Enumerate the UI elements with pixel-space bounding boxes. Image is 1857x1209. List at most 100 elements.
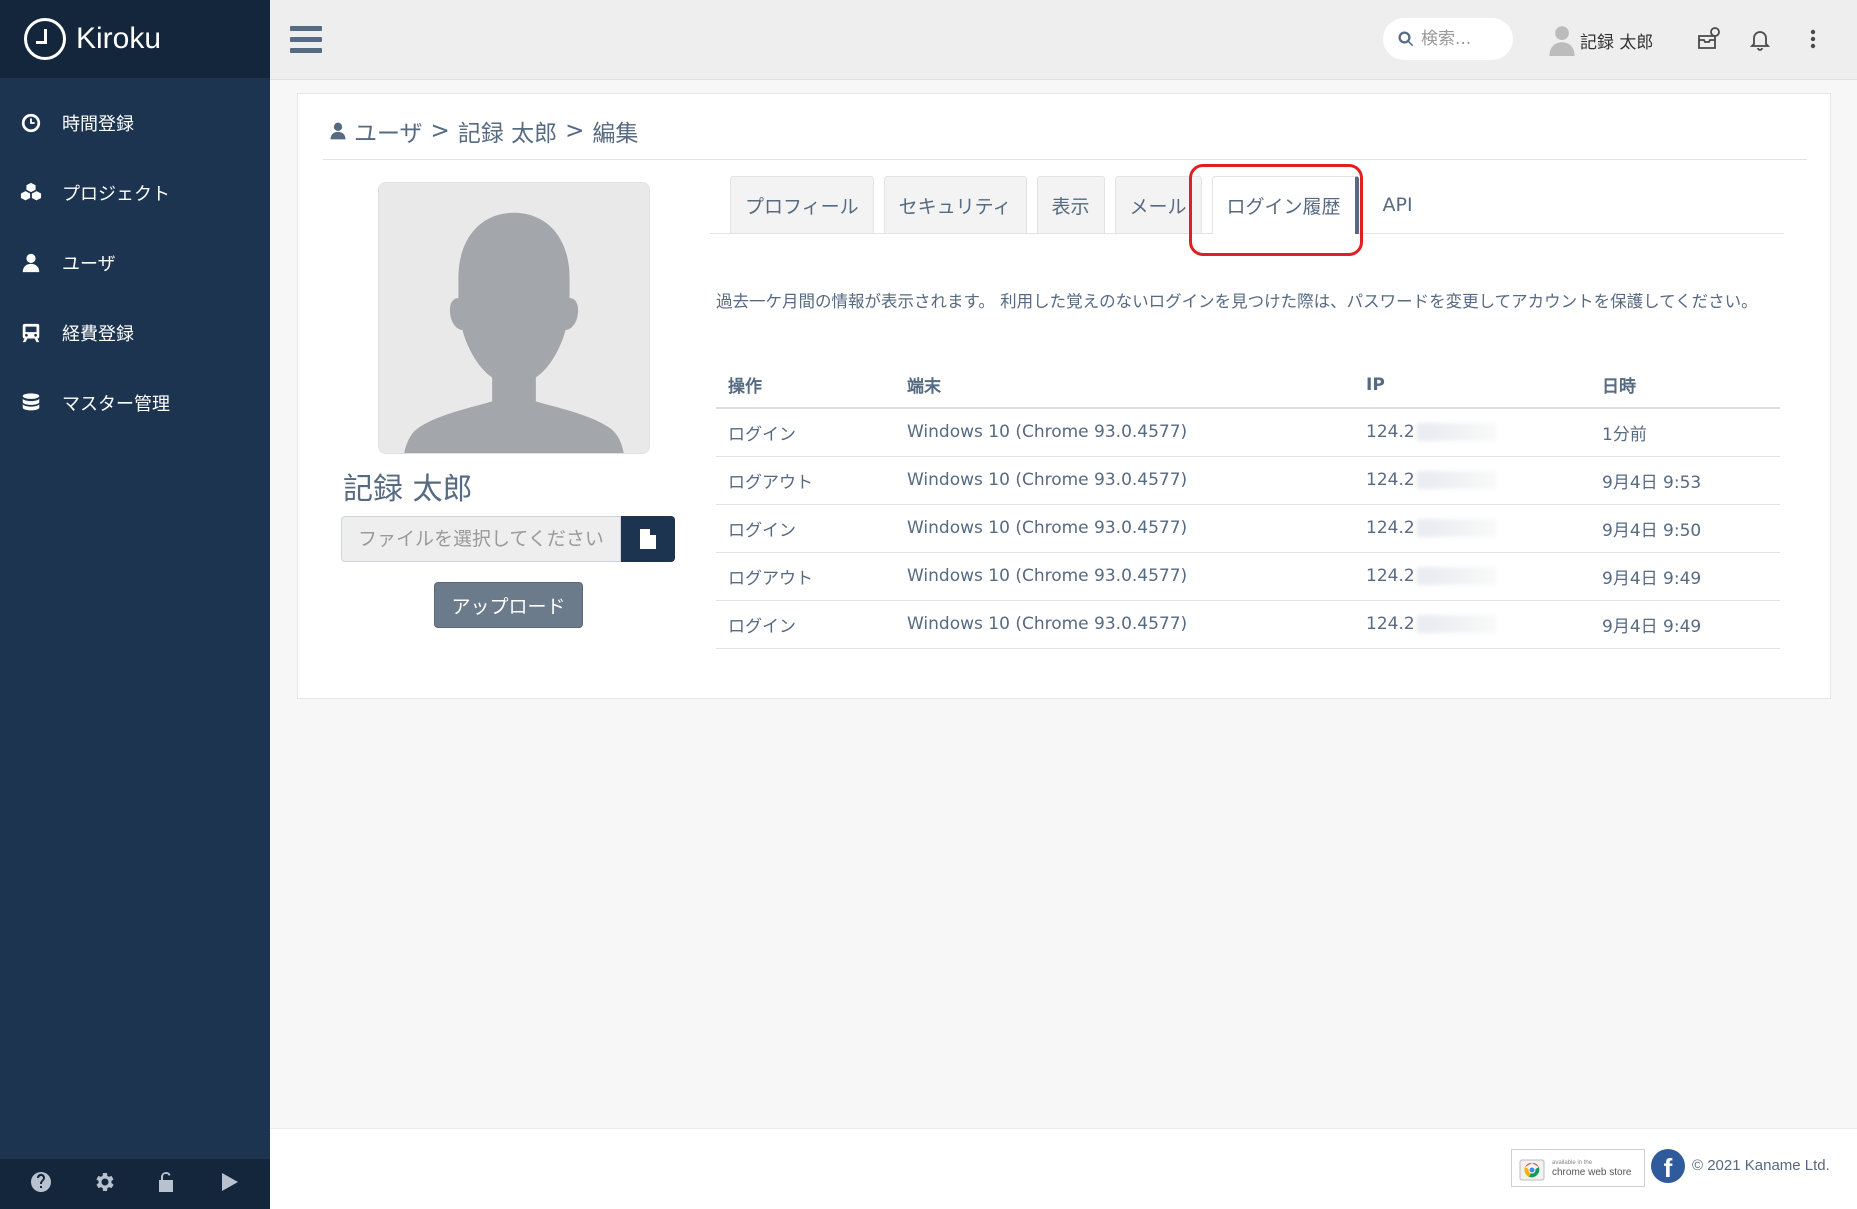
play-icon[interactable]: [217, 1170, 241, 1198]
ip-prefix: 124.2: [1366, 470, 1415, 490]
search-icon: [1398, 31, 1414, 47]
facebook-icon[interactable]: f: [1651, 1149, 1685, 1183]
tab-security[interactable]: セキュリティ: [883, 176, 1027, 233]
cell-action: ログイン: [716, 504, 895, 553]
user-menu-name: 記録 太郎: [1580, 32, 1654, 53]
unlock-icon[interactable]: [154, 1170, 178, 1198]
database-icon: [20, 392, 42, 414]
cell-device: Windows 10 (Chrome 93.0.4577): [895, 552, 1354, 601]
cell-device: Windows 10 (Chrome 93.0.4577): [895, 456, 1354, 505]
gear-icon[interactable]: [92, 1170, 116, 1198]
more-vertical-icon[interactable]: [1800, 26, 1826, 52]
ip-redacted: [1416, 615, 1497, 633]
cell-device: Windows 10 (Chrome 93.0.4577): [895, 600, 1354, 649]
cell-ip: 124.2: [1354, 504, 1590, 553]
cell-ip: 124.2: [1354, 552, 1590, 601]
cell-device: Windows 10 (Chrome 93.0.4577): [895, 504, 1354, 553]
tab-mail[interactable]: メール: [1114, 176, 1202, 233]
store-text: available in the chrome web store: [1552, 1158, 1631, 1178]
sidebar-item-master[interactable]: マスター管理: [0, 368, 270, 438]
cell-ip: 124.2: [1354, 408, 1590, 457]
sidebar-item-label: 時間登録: [62, 114, 134, 135]
file-icon: [640, 529, 656, 549]
table-row: ログアウト Windows 10 (Chrome 93.0.4577) 124.…: [716, 456, 1780, 505]
sidebar-item-project[interactable]: プロジェクト: [0, 158, 270, 228]
user-edit-card: ユーザ > 記録 太郎 > 編集 記録 太郎 アップロード プロフィール セキュ…: [297, 93, 1831, 699]
login-history-notice: 過去一ケ月間の情報が表示されます。 利用した覚えのないログインを見つけた際は、パ…: [716, 292, 1758, 311]
ip-prefix: 124.2: [1366, 422, 1415, 443]
tab-api[interactable]: API: [1369, 176, 1427, 233]
sidebar-item-expense[interactable]: 経費登録: [0, 298, 270, 368]
ip-redacted: [1416, 423, 1497, 442]
search-input[interactable]: [1421, 29, 1511, 49]
sidebar-item-label: ユーザ: [62, 254, 116, 275]
breadcrumb-edit: 編集: [592, 121, 639, 147]
user-icon: [330, 122, 346, 140]
table-header-row: 操作 端末 IP 日時: [716, 362, 1780, 409]
chrome-store-icon: [1519, 1159, 1545, 1181]
cell-ip: 124.2: [1354, 456, 1590, 505]
file-picker: [341, 516, 675, 562]
table-row: ログアウト Windows 10 (Chrome 93.0.4577) 124.…: [716, 552, 1780, 601]
column-header-device: 端末: [895, 362, 1354, 409]
breadcrumb-user[interactable]: 記録 太郎: [458, 114, 557, 148]
inbox-icon[interactable]: [1696, 26, 1722, 52]
column-header-action: 操作: [716, 362, 895, 409]
cell-time: 9月4日 9:49: [1590, 552, 1780, 601]
cell-time: 9月4日 9:53: [1590, 456, 1780, 505]
cubes-icon: [20, 182, 42, 204]
file-input[interactable]: [341, 516, 621, 562]
avatar-silhouette-icon: [379, 183, 649, 453]
search-box[interactable]: [1383, 18, 1513, 60]
profile-avatar: [378, 182, 650, 454]
cell-action: ログアウト: [716, 552, 895, 601]
help-icon[interactable]: [29, 1170, 53, 1198]
profile-tabs: プロフィール セキュリティ 表示 メール ログイン履歴 API: [710, 176, 1784, 234]
train-icon: [20, 322, 42, 344]
cell-time: 9月4日 9:49: [1590, 600, 1780, 649]
login-history-table: 操作 端末 IP 日時 ログイン Windows 10 (Chrome 93.0…: [716, 362, 1780, 649]
file-browse-button[interactable]: [621, 516, 675, 562]
divider: [323, 159, 1807, 160]
profile-name: 記録 太郎: [343, 472, 473, 507]
breadcrumb-separator: >: [430, 118, 450, 144]
tab-profile[interactable]: プロフィール: [730, 176, 874, 233]
table-row: ログイン Windows 10 (Chrome 93.0.4577) 124.2…: [716, 408, 1780, 457]
sidebar-item-user[interactable]: ユーザ: [0, 228, 270, 298]
cell-action: ログアウト: [716, 456, 895, 505]
copyright: © 2021 Kaname Ltd.: [1692, 1157, 1830, 1174]
sidebar-item-time[interactable]: 時間登録: [0, 88, 270, 158]
bell-icon[interactable]: [1747, 26, 1773, 52]
page-footer: available in the chrome web store f © 20…: [270, 1128, 1857, 1209]
upload-button[interactable]: アップロード: [434, 582, 583, 628]
user-icon: [20, 252, 42, 274]
brand[interactable]: Kiroku: [0, 0, 270, 78]
tab-login-history[interactable]: ログイン履歴: [1211, 176, 1359, 234]
sidebar-item-label: プロジェクト: [62, 184, 170, 205]
store-big-text: chrome web store: [1552, 1167, 1632, 1178]
chrome-web-store-badge[interactable]: available in the chrome web store: [1511, 1149, 1645, 1187]
column-header-ip: IP: [1354, 362, 1590, 409]
ip-prefix: 124.2: [1366, 614, 1415, 634]
table-row: ログイン Windows 10 (Chrome 93.0.4577) 124.2…: [716, 504, 1780, 553]
breadcrumb: ユーザ > 記録 太郎 > 編集: [328, 114, 638, 148]
brand-name: Kiroku: [76, 22, 162, 55]
tab-display[interactable]: 表示: [1036, 176, 1105, 233]
cell-device: Windows 10 (Chrome 93.0.4577): [895, 408, 1354, 457]
cell-action: ログイン: [716, 600, 895, 649]
cell-time: 9月4日 9:50: [1590, 504, 1780, 553]
topbar: 記録 太郎: [270, 0, 1857, 80]
sidebar-footer: [0, 1159, 270, 1209]
breadcrumb-separator: >: [565, 118, 585, 144]
clock-logo-icon: [24, 18, 66, 60]
breadcrumb-users[interactable]: ユーザ: [354, 114, 423, 148]
user-menu[interactable]: 記録 太郎: [1548, 24, 1653, 56]
ip-redacted: [1416, 567, 1497, 585]
ip-prefix: 124.2: [1366, 518, 1415, 538]
menu-icon[interactable]: [290, 26, 322, 54]
ip-redacted: [1416, 471, 1497, 489]
ip-redacted: [1416, 519, 1497, 537]
cell-time: 1分前: [1590, 408, 1780, 457]
table-row: ログイン Windows 10 (Chrome 93.0.4577) 124.2…: [716, 600, 1780, 649]
sidebar-item-label: 経費登録: [62, 324, 134, 345]
